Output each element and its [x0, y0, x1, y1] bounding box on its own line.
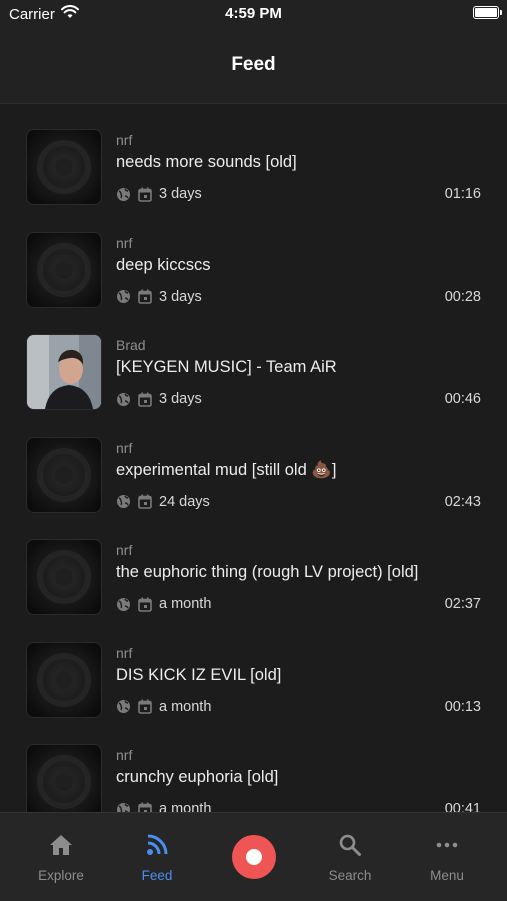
globe-icon — [116, 392, 131, 407]
feed-item[interactable]: nrf deep kiccscs 3 days 00:28 — [0, 207, 507, 309]
calendar-icon — [138, 392, 152, 407]
calendar-icon — [138, 289, 152, 304]
more-icon — [397, 833, 497, 859]
artwork-placeholder — [26, 744, 102, 812]
tab-menu-label: Menu — [430, 868, 464, 883]
calendar-icon — [138, 802, 152, 812]
item-duration: 00:13 — [444, 698, 481, 715]
artwork-placeholder — [26, 641, 102, 718]
item-title: deep kiccscs — [116, 255, 211, 274]
calendar-icon — [138, 494, 152, 509]
globe-icon — [116, 597, 131, 612]
tab-feed[interactable]: Feed — [107, 813, 207, 901]
battery-icon — [473, 6, 502, 19]
home-icon — [11, 833, 111, 859]
item-meta: a month — [116, 595, 211, 613]
item-author[interactable]: nrf — [116, 645, 132, 661]
item-age: a month — [159, 596, 212, 612]
tab-feed-label: Feed — [141, 868, 173, 883]
feed-item[interactable]: nrf experimental mud [still old 💩] 24 days… — [0, 412, 507, 514]
item-age: a month — [159, 698, 212, 715]
item-age: 3 days — [159, 186, 202, 202]
calendar-icon — [138, 187, 152, 202]
calendar-icon — [138, 699, 152, 714]
item-author[interactable]: nrf — [116, 235, 132, 251]
globe-icon — [116, 802, 131, 812]
item-meta: a month — [116, 698, 211, 716]
item-meta: 24 days — [116, 493, 210, 511]
tab-bar: Explore Feed Search Menu — [0, 812, 507, 901]
item-author[interactable]: Brad — [116, 337, 146, 353]
tab-search[interactable]: Search — [300, 813, 400, 901]
item-author[interactable]: nrf — [116, 440, 132, 456]
feed-item[interactable]: nrf the euphoric thing (rough LV project)… — [0, 514, 507, 616]
item-title: needs more sounds [old] — [116, 153, 297, 171]
item-duration: 02:43 — [444, 493, 481, 510]
item-age: 24 days — [159, 493, 210, 510]
navigation-bar: Feed — [0, 28, 507, 104]
calendar-icon — [138, 597, 152, 612]
artwork-placeholder — [26, 129, 102, 205]
record-button[interactable] — [232, 835, 276, 879]
artwork-placeholder — [26, 539, 102, 615]
item-title: the euphoric thing (rough LV project) [o… — [116, 563, 419, 581]
globe-icon — [116, 494, 131, 509]
item-title: DIS KICK IZ EVIL [old] — [116, 665, 282, 684]
rss-icon — [107, 833, 207, 859]
item-meta: a month — [116, 800, 211, 812]
artwork-placeholder — [26, 231, 102, 308]
item-meta: 3 days — [116, 390, 202, 408]
feed-item[interactable]: nrf DIS KICK IZ EVIL [old] a month 00:13 — [0, 617, 507, 719]
tab-menu[interactable]: Menu — [397, 813, 497, 901]
item-age: 3 days — [159, 391, 202, 407]
search-icon — [300, 833, 400, 859]
item-duration: 00:41 — [444, 801, 481, 812]
item-title: experimental mud [still old 💩] — [116, 460, 337, 479]
item-meta: 3 days — [116, 288, 202, 306]
tab-explore[interactable]: Explore — [11, 813, 111, 901]
feed-list[interactable]: nrf needs more sounds [old] 3 days 01:16 nrf… — [0, 104, 507, 812]
page-title: Feed — [231, 54, 276, 75]
feed-item[interactable]: nrf crunchy euphoria [old] a month 00:41 — [0, 719, 507, 812]
globe-icon — [116, 289, 131, 304]
item-duration: 00:46 — [444, 391, 481, 407]
tab-search-label: Search — [328, 868, 372, 883]
feed-item[interactable]: nrf needs more sounds [old] 3 days 01:16 — [0, 104, 507, 206]
avatar-image — [26, 334, 102, 410]
item-author[interactable]: nrf — [116, 132, 132, 148]
item-duration: 01:16 — [444, 186, 481, 202]
status-bar: Carrier 4:59 PM — [0, 0, 507, 28]
item-author[interactable]: nrf — [116, 747, 132, 763]
feed-item[interactable]: Brad [KEYGEN MUSIC] - Team AiR 3 days 00:46 — [0, 309, 507, 411]
tab-explore-label: Explore — [38, 868, 84, 883]
globe-icon — [116, 699, 131, 714]
item-age: a month — [159, 801, 212, 812]
item-title: [KEYGEN MUSIC] - Team AiR — [116, 358, 337, 376]
item-title: crunchy euphoria [old] — [116, 768, 279, 786]
item-age: 3 days — [159, 288, 202, 305]
item-author[interactable]: nrf — [116, 542, 132, 558]
globe-icon — [116, 187, 131, 202]
artwork-placeholder — [26, 436, 102, 513]
item-duration: 00:28 — [444, 288, 481, 305]
item-duration: 02:37 — [444, 596, 481, 612]
clock: 4:59 PM — [225, 5, 282, 22]
item-meta: 3 days — [116, 185, 202, 203]
